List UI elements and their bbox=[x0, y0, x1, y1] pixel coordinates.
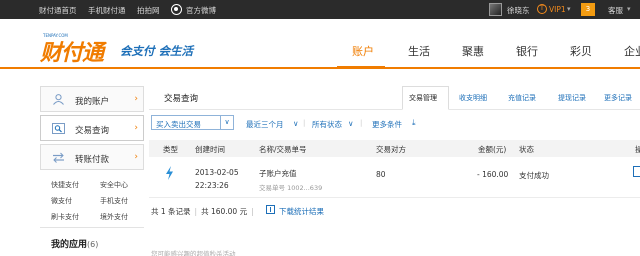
username[interactable]: 徐晓东 bbox=[507, 5, 530, 16]
download-stats-link[interactable]: 下载统计结果 bbox=[279, 206, 324, 217]
quick-link-overseas-pay[interactable]: 境外支付 bbox=[100, 212, 128, 222]
lightning-icon bbox=[166, 166, 173, 180]
trade-type-select[interactable]: 买入卖出交易 ∨ bbox=[151, 115, 234, 130]
summary: 共 1 条记录 | 共 160.00 元 | bbox=[151, 206, 258, 217]
row-order-number: 交易单号 1002...639 bbox=[259, 184, 323, 192]
magnifier-icon bbox=[52, 123, 65, 134]
tab-more-records[interactable]: 更多记录 bbox=[604, 93, 632, 103]
summary-separator: | bbox=[251, 207, 254, 216]
user-icon bbox=[53, 94, 64, 105]
row-amount: - 160.00 bbox=[477, 170, 509, 179]
quick-link-card-pay[interactable]: 刷卡支付 bbox=[51, 212, 79, 222]
column-header-status: 状态 bbox=[519, 145, 534, 154]
page-title: 交易查询 bbox=[164, 94, 199, 104]
message-count-badge[interactable]: 3 bbox=[581, 3, 595, 16]
chevron-down-icon[interactable]: ▾ bbox=[567, 5, 571, 13]
sidebar-item-label: 交易查询 bbox=[75, 126, 110, 136]
status-filter[interactable]: 所有状态 bbox=[312, 119, 342, 130]
row-date: 2013-02-05 bbox=[195, 168, 239, 177]
topbar-link-paipai[interactable]: 拍拍网 bbox=[137, 5, 160, 16]
divider bbox=[40, 227, 144, 228]
topbar-link-weibo[interactable]: 官方微博 bbox=[186, 5, 216, 16]
quick-link-security[interactable]: 安全中心 bbox=[100, 180, 128, 190]
logo-slogan: 会支付 会生活 bbox=[120, 44, 194, 58]
topbar-link-mobile[interactable]: 手机财付通 bbox=[88, 5, 126, 16]
sidebar-item-label: 转账付款 bbox=[75, 155, 110, 165]
quick-link-express-pay[interactable]: 快捷支付 bbox=[51, 180, 79, 190]
active-nav-indicator bbox=[337, 66, 385, 69]
quick-link-micro-pay[interactable]: 微支付 bbox=[51, 196, 72, 206]
tenpay-logo[interactable]: 财付通 bbox=[40, 35, 104, 67]
nav-life[interactable]: 生活 bbox=[408, 43, 430, 59]
divider bbox=[149, 109, 640, 110]
my-apps-label: 我的应用 bbox=[51, 240, 88, 250]
nav-enterprise[interactable]: 企业 bbox=[624, 43, 640, 59]
column-header-amount: 金额(元) bbox=[478, 145, 507, 154]
sidebar-item-transfer[interactable]: 转账付款 › bbox=[40, 144, 144, 170]
row-name[interactable]: 子账户充值 bbox=[259, 168, 297, 179]
chevron-down-icon[interactable]: ∨ bbox=[293, 119, 299, 128]
nav-account[interactable]: 账户 bbox=[352, 43, 374, 59]
chevron-down-icon[interactable]: ▾ bbox=[627, 5, 631, 13]
header: TENPAY.COM 财付通 会支付 会生活 账户 生活 聚惠 银行 彩贝 企业 bbox=[0, 19, 640, 69]
chevron-down-icon[interactable]: ∨ bbox=[348, 119, 354, 128]
quick-link-mobile-pay[interactable]: 手机支付 bbox=[100, 196, 128, 206]
record-count: 共 1 条记录 bbox=[151, 207, 191, 216]
tab-trade-management[interactable]: 交易管理 bbox=[409, 93, 437, 103]
service-link[interactable]: 客服 bbox=[608, 5, 623, 16]
column-header-created: 创建时间 bbox=[195, 145, 225, 154]
promo-note[interactable]: 您可能感兴趣的超值秒杀活动 bbox=[151, 248, 236, 256]
tab-income-expense[interactable]: 收支明细 bbox=[459, 93, 487, 103]
nav-bank[interactable]: 银行 bbox=[516, 43, 538, 59]
tab-recharge-records[interactable]: 充值记录 bbox=[508, 93, 536, 103]
sidebar-item-label: 我的账户 bbox=[75, 97, 110, 107]
trade-type-value: 买入卖出交易 bbox=[156, 120, 201, 129]
main-panel: 交易查询 交易管理 收支明细 充值记录 提现记录 更多记录 买入卖出交易 ∨ 最… bbox=[149, 86, 640, 256]
vip-label[interactable]: VIP1 bbox=[549, 5, 566, 14]
avatar[interactable] bbox=[489, 3, 502, 16]
vip-icon: T bbox=[537, 4, 547, 14]
filter-separator: | bbox=[360, 119, 363, 127]
transfer-icon bbox=[53, 152, 64, 163]
nav-deals[interactable]: 聚惠 bbox=[462, 43, 484, 59]
topbar-link-home[interactable]: 财付通首页 bbox=[39, 5, 77, 16]
weibo-icon bbox=[171, 4, 182, 15]
my-apps-count: (6) bbox=[87, 240, 99, 249]
top-bar: 财付通首页 手机财付通 拍拍网 官方微博 徐晓东 T VIP1 ▾ 3 客服 ▾ bbox=[0, 0, 640, 19]
more-conditions-filter[interactable]: 更多条件 bbox=[372, 119, 402, 130]
summary-separator: | bbox=[194, 207, 198, 216]
expand-arrow-icon[interactable]: ⤓ bbox=[412, 118, 416, 128]
column-header-name: 名称/交易单号 bbox=[259, 145, 307, 154]
chevron-right-icon: › bbox=[134, 123, 138, 133]
detail-icon[interactable] bbox=[633, 166, 640, 177]
sidebar-item-transactions[interactable]: 交易查询 › bbox=[40, 115, 144, 141]
filter-separator: | bbox=[303, 119, 306, 127]
divider bbox=[149, 197, 640, 198]
row-status: 支付成功 bbox=[519, 171, 549, 180]
chevron-right-icon: › bbox=[134, 94, 138, 104]
column-header-counterparty: 交易对方 bbox=[376, 145, 406, 154]
sidebar-item-my-account[interactable]: 我的账户 › bbox=[40, 86, 144, 112]
total-amount: 共 160.00 元 bbox=[201, 207, 248, 216]
nav-caibei[interactable]: 彩贝 bbox=[570, 43, 592, 59]
row-time: 22:23:26 bbox=[195, 181, 229, 190]
table-header: 类型 创建时间 名称/交易单号 交易对方 金额(元) 状态 操作 bbox=[149, 140, 640, 157]
sidebar: 我的账户 › 交易查询 › 转账付款 › 快捷支付 安全中心 微支付 手机支付 … bbox=[40, 86, 144, 256]
my-apps-heading[interactable]: 我的应用(6) bbox=[51, 237, 98, 250]
download-icon[interactable] bbox=[266, 205, 275, 214]
chevron-down-icon[interactable]: ∨ bbox=[220, 116, 233, 129]
chevron-right-icon: › bbox=[134, 152, 138, 162]
tab-withdraw-records[interactable]: 提现记录 bbox=[558, 93, 586, 103]
period-filter[interactable]: 最近三个月 bbox=[246, 119, 284, 130]
column-header-actions: 操作 bbox=[635, 145, 640, 154]
row-counterparty: 80 bbox=[376, 170, 386, 179]
column-header-type: 类型 bbox=[163, 145, 178, 154]
